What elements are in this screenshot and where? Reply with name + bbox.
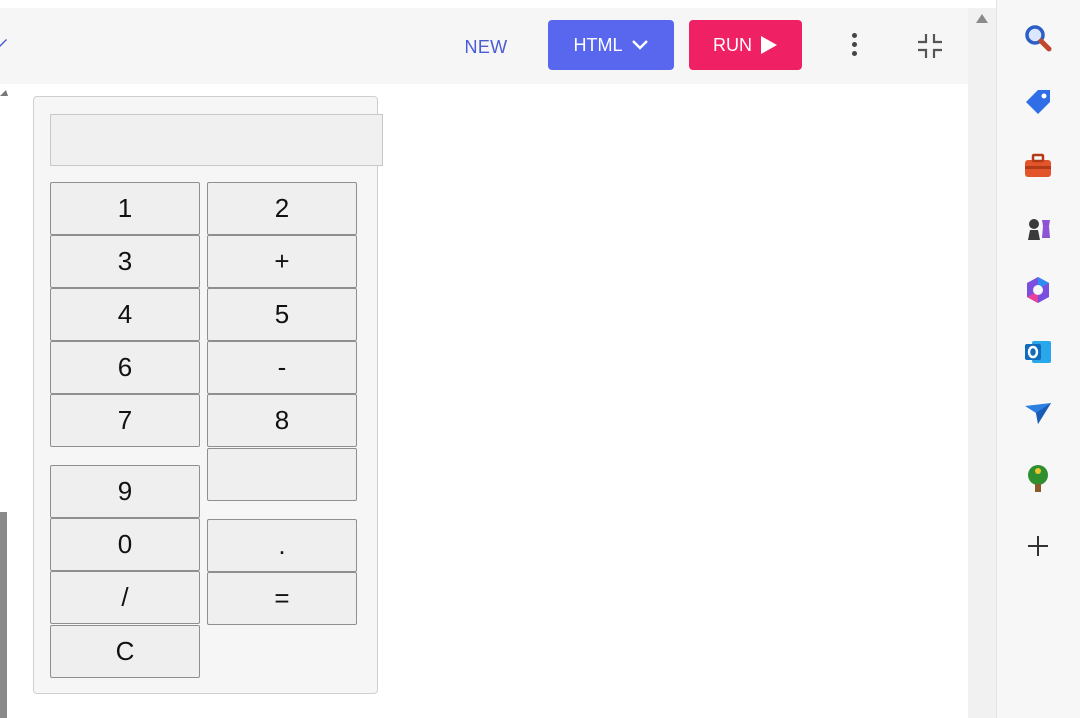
tag-icon[interactable] [1022, 86, 1054, 118]
pencil-icon[interactable] [0, 38, 8, 48]
key-4[interactable]: 4 [50, 288, 200, 341]
key-7[interactable]: 7 [50, 394, 200, 447]
language-label: HTML [573, 34, 623, 55]
send-icon[interactable] [1022, 398, 1054, 430]
key-divide[interactable]: / [50, 571, 200, 624]
chess-icon[interactable] [1022, 212, 1054, 244]
key-6[interactable]: 6 [50, 341, 200, 394]
outlook-icon[interactable] [1022, 336, 1054, 368]
key-2[interactable]: 2 [207, 182, 357, 235]
toolbox-icon[interactable] [1022, 150, 1054, 182]
tree-icon[interactable] [1022, 462, 1054, 494]
plus-icon[interactable] [1022, 530, 1054, 562]
key-3[interactable]: 3 [50, 235, 200, 288]
key-plus[interactable]: + [207, 235, 357, 288]
editor-toolbar: NEW HTML RUN [0, 8, 968, 84]
key-8[interactable]: 8 [207, 394, 357, 447]
key-0[interactable]: 0 [50, 518, 200, 571]
key-equals[interactable]: = [207, 572, 357, 625]
left-scrollbar-thumb[interactable] [0, 512, 7, 718]
copilot-icon[interactable] [1022, 274, 1054, 306]
key-blank[interactable] [207, 448, 357, 501]
play-icon [761, 36, 777, 54]
language-dropdown-button[interactable]: HTML [548, 20, 674, 70]
key-9[interactable]: 9 [50, 465, 200, 518]
key-1[interactable]: 1 [50, 182, 200, 235]
search-icon[interactable] [1022, 22, 1054, 54]
editor-scrollbar[interactable] [968, 8, 996, 718]
more-options-icon[interactable] [842, 30, 866, 60]
key-clear[interactable]: C [50, 625, 200, 678]
calculator-display[interactable] [50, 114, 383, 166]
key-decimal[interactable]: . [207, 519, 357, 572]
scroll-up-arrow-icon[interactable] [0, 88, 8, 98]
key-5[interactable]: 5 [207, 288, 357, 341]
run-button[interactable]: RUN [689, 20, 802, 70]
run-label: RUN [713, 34, 752, 55]
chevron-down-icon [631, 40, 648, 50]
new-button[interactable]: NEW [452, 32, 520, 62]
collapse-icon[interactable] [914, 30, 946, 62]
key-minus[interactable]: - [207, 341, 357, 394]
scrollbar-up-arrow-icon[interactable] [975, 12, 989, 24]
